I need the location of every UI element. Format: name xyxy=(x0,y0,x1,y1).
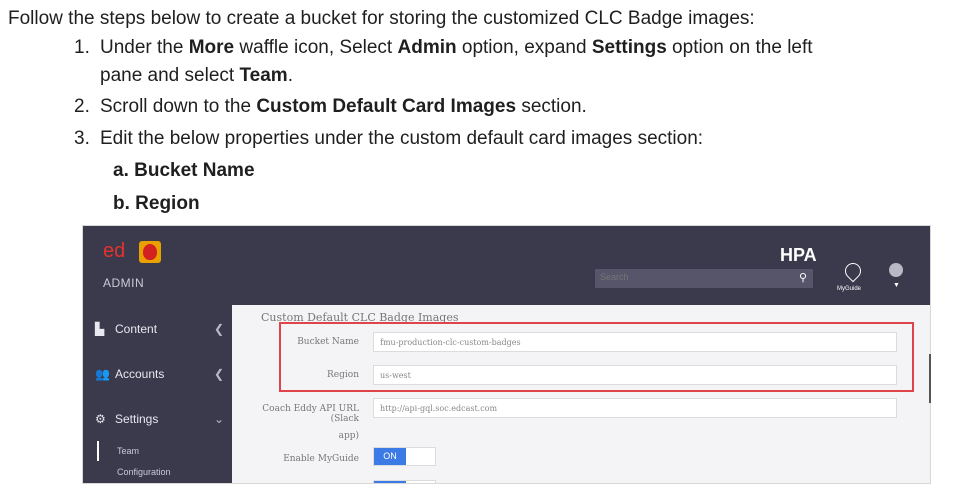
step-1-continued: pane and select Team. xyxy=(100,65,293,86)
search-box[interactable]: ⚲ xyxy=(595,269,813,288)
toggle-on-label: ON xyxy=(374,448,406,465)
search-input[interactable] xyxy=(600,272,780,282)
sidebar-item-settings[interactable]: ⚙ Settings ⌄ xyxy=(83,400,232,440)
brand-badge-icon xyxy=(139,241,161,263)
active-indicator xyxy=(97,441,99,461)
sidebar-item-accounts[interactable]: 👥 Accounts ❮ xyxy=(83,355,232,395)
gear-icon: ⚙ xyxy=(95,412,106,426)
sidebar-subitem-team[interactable]: Team xyxy=(117,446,139,456)
content-icon: ▙ xyxy=(95,322,105,336)
admin-label: ADMIN xyxy=(103,276,145,290)
sidebar: ▙ Content ❮ 👥 Accounts ❮ ⚙ Settings ⌄ Te… xyxy=(83,305,232,483)
scrollbar[interactable] xyxy=(929,354,931,403)
step-1: 1. Under the More waffle icon, Select Adm… xyxy=(74,37,813,58)
intro-text: Follow the steps below to create a bucke… xyxy=(8,8,755,29)
sidebar-item-label: Settings xyxy=(115,412,159,426)
sub-item-b: b. Region xyxy=(113,193,200,214)
highlight-box xyxy=(279,322,914,392)
chevron-left-icon: ❮ xyxy=(213,322,224,336)
enable-myguide-toggle[interactable]: ON xyxy=(373,447,436,466)
step-3: 3. Edit the below properties under the cu… xyxy=(74,128,704,149)
accounts-icon: 👥 xyxy=(95,367,110,381)
sidebar-item-label: Content xyxy=(115,322,158,336)
app-screenshot: ed ADMIN HPA ⚲ MyGuide ▼ ▙ Content ❮ 👥 A… xyxy=(82,225,931,484)
myguide-label[interactable]: MyGuide xyxy=(837,286,861,292)
myguide-icon[interactable] xyxy=(841,259,865,283)
coach-eddy-url-field[interactable]: http://api-gql.soc.edcast.com xyxy=(373,398,897,418)
sidebar-subitem-configuration[interactable]: Configuration xyxy=(117,467,171,477)
chevron-left-icon: ❮ xyxy=(213,367,224,381)
edcast-logo: ed xyxy=(103,240,126,262)
search-icon[interactable]: ⚲ xyxy=(799,271,807,284)
avatar[interactable] xyxy=(889,263,903,277)
coach-eddy-label: Coach Eddy API URL (Slack app) xyxy=(262,404,359,441)
chevron-down-icon[interactable]: ▼ xyxy=(893,282,900,289)
enable-myguide-label: Enable MyGuide xyxy=(283,454,359,464)
sidebar-item-label: Accounts xyxy=(115,367,165,381)
hpa-logo: HPA xyxy=(780,245,817,265)
step-2: 2. Scroll down to the Custom Default Card… xyxy=(74,96,587,117)
second-toggle[interactable] xyxy=(373,480,436,483)
chevron-down-icon: ⌄ xyxy=(213,412,224,426)
top-bar: ed ADMIN HPA ⚲ MyGuide ▼ xyxy=(83,226,930,305)
sub-item-a: a. Bucket Name xyxy=(113,160,255,181)
sidebar-item-content[interactable]: ▙ Content ❮ xyxy=(83,310,232,350)
